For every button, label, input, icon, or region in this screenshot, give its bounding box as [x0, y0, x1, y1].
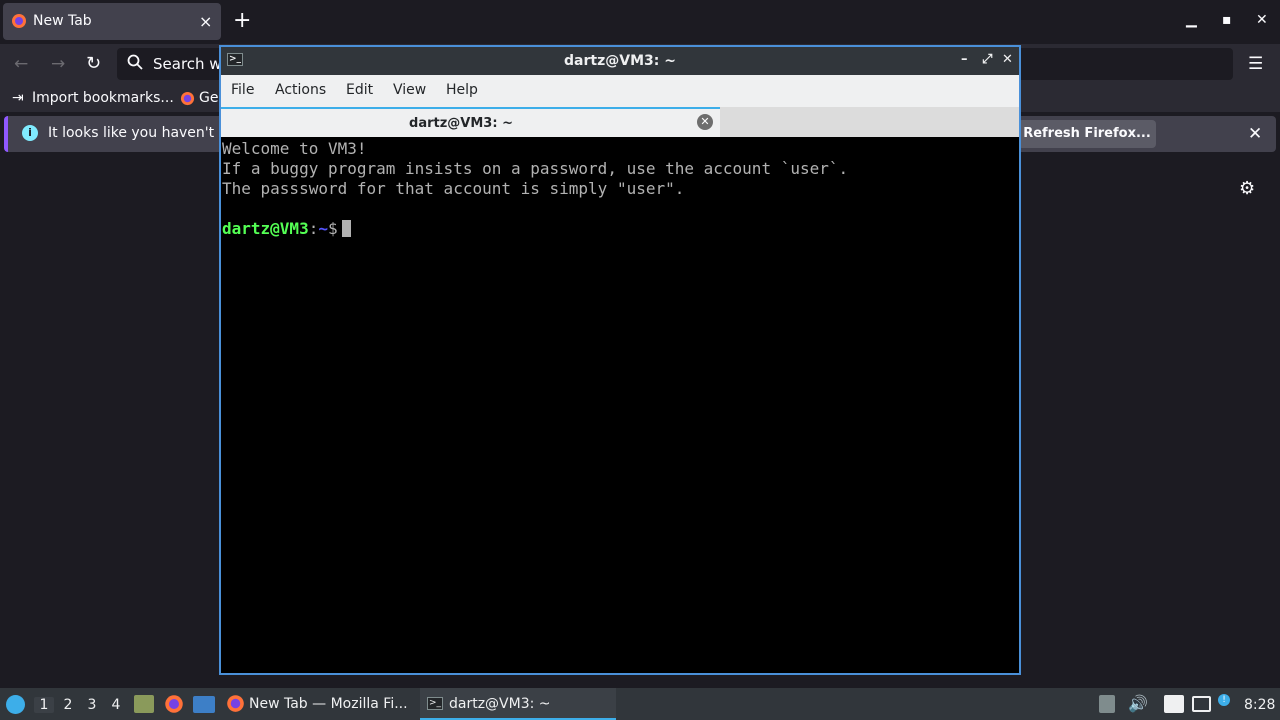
terminal-window: >_ dartz@VM3: ~ – ⤢ ✕ File Actions Edit … — [219, 45, 1021, 675]
firefox-icon — [226, 694, 245, 717]
volume-icon[interactable]: 🔊 — [1128, 694, 1148, 713]
terminal-menubar: File Actions Edit View Help — [221, 75, 1019, 107]
tab-close-icon[interactable]: ✕ — [697, 114, 713, 130]
terminal-tab-label: dartz@VM3: ~ — [409, 116, 513, 131]
output-line: Welcome to VM3! — [222, 139, 367, 158]
prompt-separator: : — [308, 219, 319, 238]
prompt-symbol: $ — [327, 219, 338, 238]
browser-tab[interactable]: New Tab × — [3, 3, 221, 40]
workspace-4[interactable]: 4 — [106, 697, 126, 713]
menu-edit[interactable]: Edit — [346, 82, 373, 98]
app-launcher-icon[interactable] — [6, 695, 25, 714]
bookmark-import[interactable]: Import bookmarks... — [32, 90, 174, 106]
prompt-user: dartz@VM3 — [222, 219, 309, 238]
task-terminal[interactable]: >_ dartz@VM3: ~ — [420, 688, 616, 720]
forward-icon[interactable]: → — [51, 54, 65, 74]
terminal-tab-bar: dartz@VM3: ~ ✕ — [221, 107, 1019, 137]
close-icon[interactable]: ✕ — [1002, 52, 1013, 67]
notification-text: It looks like you haven't st — [48, 125, 232, 141]
task-label: New Tab — Mozilla Fi... — [249, 696, 408, 712]
firefox-icon — [180, 91, 195, 110]
close-icon[interactable]: ✕ — [1256, 12, 1268, 28]
terminal-window-title: dartz@VM3: ~ — [564, 53, 676, 69]
output-line: If a buggy program insists on a password… — [222, 159, 849, 178]
menu-help[interactable]: Help — [446, 82, 478, 98]
menu-file[interactable]: File — [231, 82, 254, 98]
task-label: dartz@VM3: ~ — [449, 696, 551, 712]
text-cursor — [341, 220, 351, 237]
url-placeholder: Search w — [153, 55, 222, 73]
tab-close-icon[interactable]: × — [199, 12, 212, 31]
import-bookmarks-icon: ⇥ — [12, 90, 24, 106]
maximize-icon[interactable]: ▪ — [1222, 12, 1232, 28]
file-manager-icon[interactable] — [134, 695, 154, 713]
show-desktop-icon[interactable] — [193, 696, 215, 713]
terminal-titlebar[interactable]: >_ dartz@VM3: ~ – ⤢ ✕ — [221, 47, 1019, 75]
network-icon[interactable] — [1192, 696, 1211, 712]
maximize-icon[interactable]: ⤢ — [982, 52, 992, 67]
menu-actions[interactable]: Actions — [275, 82, 326, 98]
output-line: The passsword for that account is simply… — [222, 179, 685, 198]
terminal-icon: >_ — [427, 697, 443, 710]
tray-arrow-icon[interactable] — [1099, 695, 1115, 713]
clipboard-icon[interactable] — [1164, 695, 1184, 713]
refresh-firefox-button[interactable]: Refresh Firefox... — [1018, 120, 1156, 148]
notification-close-icon[interactable]: ✕ — [1248, 124, 1262, 144]
back-icon[interactable]: ← — [14, 54, 28, 74]
info-icon: i — [22, 125, 38, 141]
notification-icon[interactable]: ! — [1218, 694, 1230, 706]
terminal-tab[interactable]: dartz@VM3: ~ ✕ — [221, 107, 720, 137]
prompt-line: dartz@VM3:~$ — [222, 219, 1019, 239]
bookmark-getting-started[interactable]: Ge — [199, 90, 218, 106]
gear-icon[interactable]: ⚙ — [1239, 178, 1255, 199]
search-icon — [127, 54, 143, 74]
browser-tab-bar: New Tab × + ▁ ▪ ✕ — [0, 0, 1280, 44]
taskbar: 1 2 3 4 New Tab — Mozilla Fi... >_ dartz… — [0, 688, 1280, 720]
workspace-2[interactable]: 2 — [58, 697, 78, 713]
workspace-1[interactable]: 1 — [34, 697, 54, 713]
menu-view[interactable]: View — [393, 82, 426, 98]
minimize-icon[interactable]: – — [961, 52, 968, 67]
terminal-output[interactable]: Welcome to VM3! If a buggy program insist… — [221, 139, 1019, 673]
firefox-icon[interactable] — [164, 694, 184, 718]
reload-icon[interactable]: ↻ — [86, 53, 101, 74]
minimize-icon[interactable]: ▁ — [1186, 12, 1197, 28]
new-tab-button[interactable]: + — [233, 8, 251, 34]
clock[interactable]: 8:28 — [1244, 697, 1275, 713]
workspace-3[interactable]: 3 — [82, 697, 102, 713]
firefox-icon — [11, 13, 27, 33]
browser-tab-label: New Tab — [33, 13, 92, 29]
prompt-path: ~ — [318, 219, 328, 238]
task-firefox[interactable]: New Tab — Mozilla Fi... — [220, 688, 416, 720]
app-menu-icon[interactable]: ☰ — [1248, 54, 1263, 74]
